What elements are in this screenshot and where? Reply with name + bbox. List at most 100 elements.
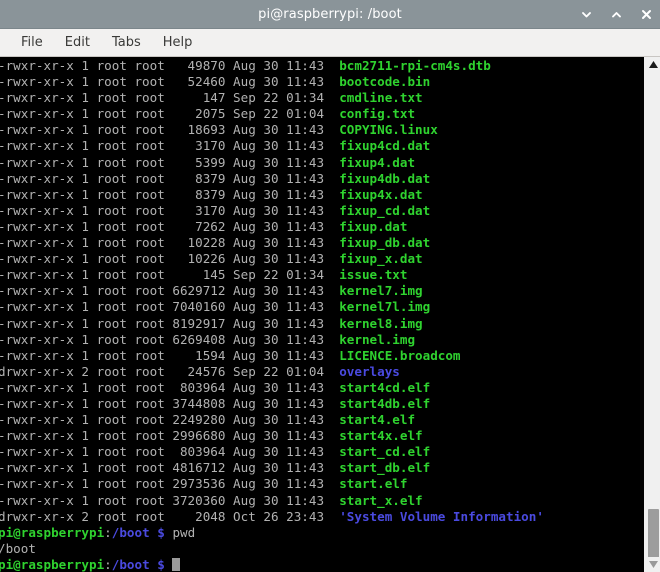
file-listing-row: -rwxr-xr-x 1 root root 7262 Aug 30 11:43… <box>0 219 643 235</box>
file-listing-row: -rwxr-xr-x 1 root root 6629712 Aug 30 11… <box>0 283 643 299</box>
text-cursor <box>172 557 181 571</box>
file-listing-metadata: -rwxr-xr-x 1 root root 2973536 Aug 30 11… <box>0 476 340 492</box>
file-name: COPYING.linux <box>339 122 438 138</box>
close-icon <box>641 9 651 19</box>
file-name: start4.elf <box>339 412 416 428</box>
file-name: kernel7l.img <box>339 299 431 315</box>
file-name: fixup4.dat <box>339 154 416 170</box>
file-name: fixup.dat <box>339 218 408 234</box>
file-listing-metadata: -rwxr-xr-x 1 root root 18693 Aug 30 11:4… <box>0 122 340 138</box>
file-listing-metadata: drwxr-xr-x 2 root root 2048 Oct 26 23:43 <box>0 508 340 524</box>
file-name: fixup_x.dat <box>339 251 423 267</box>
file-name: LICENCE.broadcom <box>339 347 461 363</box>
file-listing-metadata: -rwxr-xr-x 1 root root 3170 Aug 30 11:43 <box>0 202 340 218</box>
file-listing-row: -rwxr-xr-x 1 root root 1594 Aug 30 11:43… <box>0 348 643 364</box>
file-name: config.txt <box>339 106 416 122</box>
file-listing-row: -rwxr-xr-x 1 root root 803964 Aug 30 11:… <box>0 380 643 396</box>
file-listing-metadata: -rwxr-xr-x 1 root root 10226 Aug 30 11:4… <box>0 251 340 267</box>
terminal-scrollbar[interactable] <box>643 57 660 572</box>
file-listing-row: -rwxr-xr-x 1 root root 8192917 Aug 30 11… <box>0 316 643 332</box>
file-name: fixup_cd.dat <box>339 202 431 218</box>
file-listing-row: -rwxr-xr-x 1 root root 2973536 Aug 30 11… <box>0 476 643 492</box>
file-listing-metadata: -rwxr-xr-x 1 root root 8379 Aug 30 11:43 <box>0 170 340 186</box>
prompt-user-host: pi@raspberrypi <box>0 524 105 540</box>
shell-prompt-line: pi@raspberrypi:/boot $ <box>0 557 643 572</box>
chevron-up-icon <box>611 11 621 17</box>
close-button[interactable] <box>638 4 654 24</box>
file-listing-row: -rwxr-xr-x 1 root root 803964 Aug 30 11:… <box>0 444 643 460</box>
file-listing-metadata: -rwxr-xr-x 1 root root 52460 Aug 30 11:4… <box>0 74 340 90</box>
title-bar[interactable]: pi@raspberrypi: /boot <box>0 0 660 29</box>
scrollbar-up-button[interactable] <box>645 57 660 72</box>
file-listing-metadata: -rwxr-xr-x 1 root root 4816712 Aug 30 11… <box>0 460 340 476</box>
file-listing-metadata: -rwxr-xr-x 1 root root 3720360 Aug 30 11… <box>0 492 340 508</box>
terminal-output[interactable]: -rwxr-xr-x 1 root root 49870 Aug 30 11:4… <box>0 57 643 572</box>
file-listing-metadata: -rwxr-xr-x 1 root root 3170 Aug 30 11:43 <box>0 138 340 154</box>
file-listing-metadata: -rwxr-xr-x 1 root root 2996680 Aug 30 11… <box>0 428 340 444</box>
file-name: start_db.elf <box>339 460 431 476</box>
scrollbar-track[interactable] <box>645 72 660 561</box>
file-name: start_x.elf <box>339 492 423 508</box>
file-listing-row: -rwxr-xr-x 1 root root 145 Sep 22 01:34 … <box>0 267 643 283</box>
file-listing-row: -rwxr-xr-x 1 root root 3170 Aug 30 11:43… <box>0 203 643 219</box>
file-name: bcm2711-rpi-cm4s.dtb <box>339 58 491 73</box>
file-name: start_cd.elf <box>339 444 431 460</box>
terminal-area: -rwxr-xr-x 1 root root 49870 Aug 30 11:4… <box>0 57 660 572</box>
terminal-text-buffer: -rwxr-xr-x 1 root root 49870 Aug 30 11:4… <box>0 57 643 572</box>
chevron-down-icon <box>581 11 591 17</box>
window-controls <box>578 0 654 28</box>
file-listing-metadata: -rwxr-xr-x 1 root root 7040160 Aug 30 11… <box>0 299 340 315</box>
prompt-path: /boot <box>111 556 150 572</box>
file-name: start4cd.elf <box>339 379 431 395</box>
typed-command: pwd <box>172 524 196 540</box>
prompt-separator: : <box>104 524 112 540</box>
file-listing-row: -rwxr-xr-x 1 root root 10228 Aug 30 11:4… <box>0 235 643 251</box>
menu-item-file[interactable]: File <box>10 32 54 53</box>
triangle-up-icon <box>648 61 658 68</box>
file-listing-metadata: -rwxr-xr-x 1 root root 803964 Aug 30 11:… <box>0 379 340 395</box>
file-listing-metadata: -rwxr-xr-x 1 root root 10228 Aug 30 11:4… <box>0 235 340 251</box>
directory-name: overlays <box>339 363 400 379</box>
prompt-path: /boot <box>111 524 150 540</box>
file-listing-metadata: -rwxr-xr-x 1 root root 1594 Aug 30 11:43 <box>0 347 340 363</box>
maximize-button[interactable] <box>608 4 624 24</box>
prompt-separator: : <box>104 556 112 572</box>
file-listing-row: drwxr-xr-x 2 root root 2048 Oct 26 23:43… <box>0 509 643 525</box>
file-name: fixup4db.dat <box>339 170 431 186</box>
file-name: fixup4x.dat <box>339 186 423 202</box>
menu-item-edit[interactable]: Edit <box>54 32 101 53</box>
file-listing-row: -rwxr-xr-x 1 root root 2249280 Aug 30 11… <box>0 412 643 428</box>
menu-bar: File Edit Tabs Help <box>0 29 660 57</box>
file-listing-row: drwxr-xr-x 2 root root 24576 Sep 22 01:0… <box>0 364 643 380</box>
file-listing-row: -rwxr-xr-x 1 root root 49870 Aug 30 11:4… <box>0 58 643 74</box>
file-listing-row: -rwxr-xr-x 1 root root 52460 Aug 30 11:4… <box>0 74 643 90</box>
menu-item-help[interactable]: Help <box>152 32 204 53</box>
file-listing-metadata: -rwxr-xr-x 1 root root 8192917 Aug 30 11… <box>0 315 340 331</box>
menu-item-tabs[interactable]: Tabs <box>101 32 152 53</box>
file-name: kernel8.img <box>339 315 423 331</box>
file-listing-metadata: drwxr-xr-x 2 root root 24576 Sep 22 01:0… <box>0 363 340 379</box>
file-name: cmdline.txt <box>339 90 423 106</box>
file-name: start4x.elf <box>339 428 423 444</box>
command-output: /boot <box>0 540 36 556</box>
scrollbar-down-button[interactable] <box>645 557 660 572</box>
file-name: issue.txt <box>339 267 408 283</box>
file-listing-metadata: -rwxr-xr-x 1 root root 6629712 Aug 30 11… <box>0 283 340 299</box>
file-name: bootcode.bin <box>339 74 431 90</box>
triangle-down-icon <box>648 561 658 568</box>
file-listing-metadata: -rwxr-xr-x 1 root root 8379 Aug 30 11:43 <box>0 186 340 202</box>
prompt-space-2 <box>165 557 173 572</box>
scrollbar-thumb[interactable] <box>648 509 659 561</box>
file-listing-metadata: -rwxr-xr-x 1 root root 7262 Aug 30 11:43 <box>0 218 340 234</box>
file-listing-row: -rwxr-xr-x 1 root root 10226 Aug 30 11:4… <box>0 251 643 267</box>
file-listing-metadata: -rwxr-xr-x 1 root root 2075 Sep 22 01:04 <box>0 106 340 122</box>
minimize-button[interactable] <box>578 4 594 24</box>
prompt-symbol: $ <box>157 556 165 572</box>
file-listing-metadata: -rwxr-xr-x 1 root root 2249280 Aug 30 11… <box>0 412 340 428</box>
file-name: kernel7.img <box>339 283 423 299</box>
file-name: start.elf <box>339 476 408 492</box>
file-listing-row: -rwxr-xr-x 1 root root 7040160 Aug 30 11… <box>0 299 643 315</box>
file-listing-row: -rwxr-xr-x 1 root root 3170 Aug 30 11:43… <box>0 138 643 154</box>
prompt-symbol: $ <box>157 524 165 540</box>
file-listing-row: -rwxr-xr-x 1 root root 5399 Aug 30 11:43… <box>0 155 643 171</box>
